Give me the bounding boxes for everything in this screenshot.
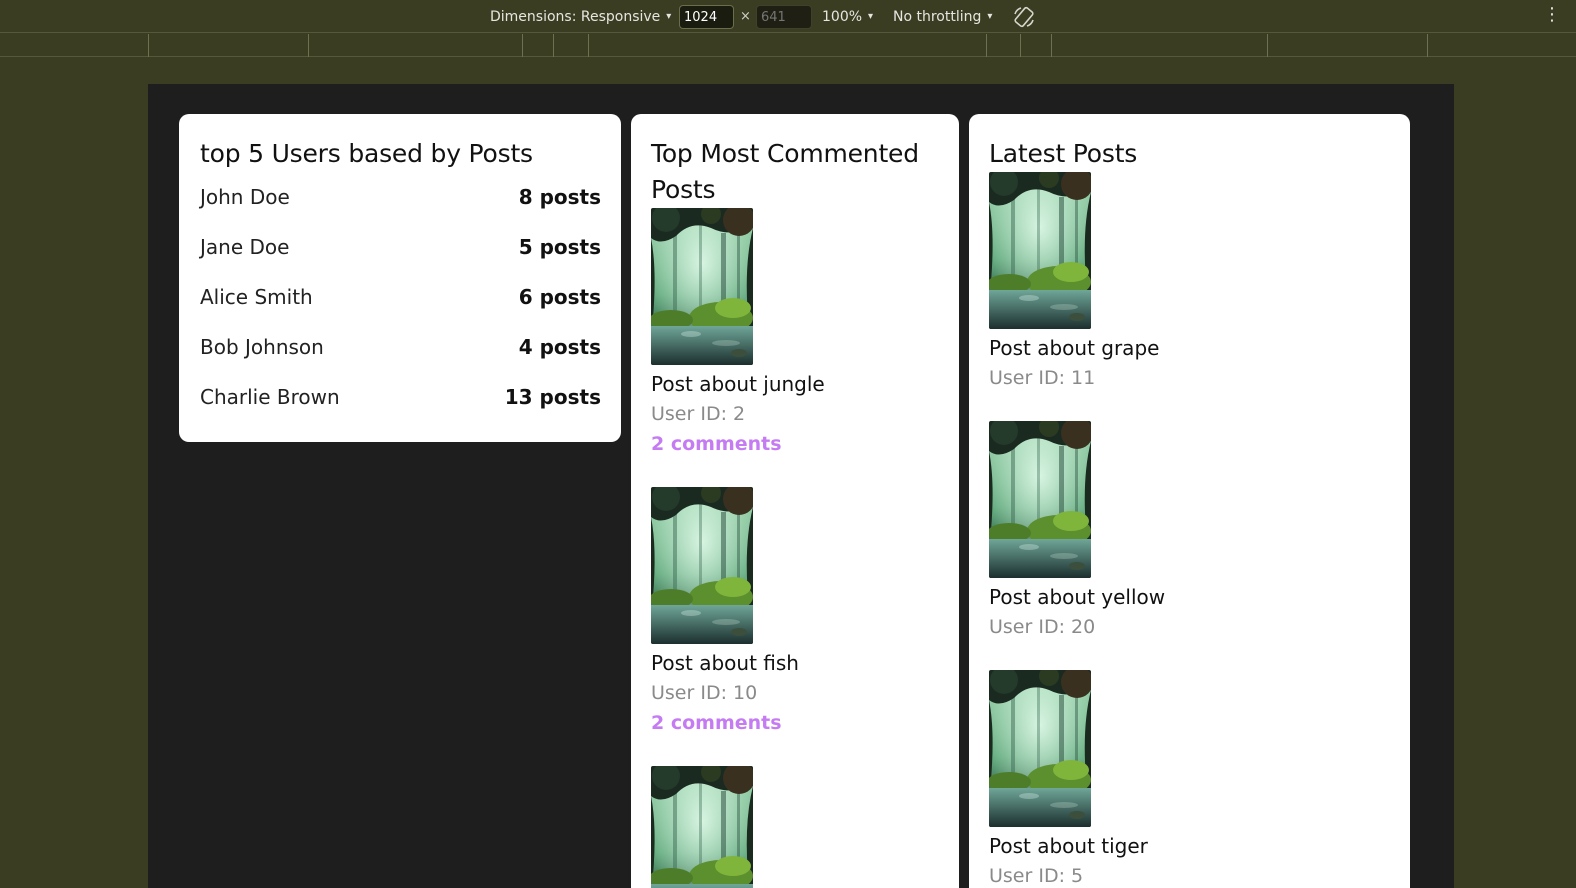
post-item[interactable]	[651, 766, 939, 888]
top-users-card: top 5 Users based by Posts John Doe 8 po…	[179, 114, 621, 442]
post-title: Post about yellow	[989, 585, 1166, 609]
post-item[interactable]: Post about jungle User ID: 2 2 comments	[651, 208, 939, 459]
chevron-down-icon: ▾	[987, 11, 993, 22]
user-post-count: 4 posts	[518, 335, 601, 359]
post-item[interactable]: Post about yellow User ID: 20	[989, 421, 1390, 642]
post-item[interactable]: Post about grape User ID: 11	[989, 172, 1390, 393]
post-title: Post about jungle	[651, 372, 825, 396]
user-row: Jane Doe 5 posts	[200, 222, 601, 272]
ruler-tick[interactable]	[986, 34, 987, 57]
post-item[interactable]: Post about tiger User ID: 5	[989, 670, 1390, 888]
more-options-icon[interactable]: ⋮	[1543, 4, 1561, 25]
most-commented-card: Top Most Commented Posts Post about jung…	[631, 114, 959, 888]
height-input[interactable]	[756, 5, 812, 29]
ruler-tick[interactable]	[1427, 34, 1428, 57]
user-row: John Doe 8 posts	[200, 172, 601, 222]
post-title: Post about grape	[989, 336, 1160, 360]
most-commented-title: Top Most Commented Posts	[651, 139, 919, 204]
post-thumbnail-image	[651, 766, 753, 888]
user-row: Charlie Brown 13 posts	[200, 372, 601, 422]
chevron-down-icon: ▾	[666, 11, 672, 22]
post-item[interactable]: Post about fish User ID: 10 2 comments	[651, 487, 939, 738]
post-thumbnail-image	[989, 172, 1091, 329]
post-user-id: User ID: 5	[989, 865, 1084, 887]
media-query-ruler	[0, 34, 1576, 57]
user-name: Charlie Brown	[200, 385, 340, 409]
ruler-tick[interactable]	[588, 34, 589, 57]
ruler-tick[interactable]	[553, 34, 554, 57]
width-input[interactable]	[679, 5, 734, 29]
ruler-tick[interactable]	[522, 34, 523, 57]
post-user-id: User ID: 20	[989, 616, 1096, 638]
post-user-id: User ID: 11	[989, 367, 1096, 389]
user-post-count: 8 posts	[518, 185, 601, 209]
dimensions-label: Dimensions: Responsive	[490, 8, 661, 25]
rotate-icon[interactable]	[1012, 5, 1036, 29]
top-users-title: top 5 Users based by Posts	[200, 139, 533, 168]
post-thumbnail-image	[989, 670, 1091, 827]
chevron-down-icon: ▾	[868, 11, 874, 22]
ruler-tick[interactable]	[148, 34, 149, 57]
ruler-tick[interactable]	[1020, 34, 1021, 57]
device-toolbar: Dimensions: Responsive ▾ × 100% ▾ No thr…	[0, 0, 1576, 33]
post-thumbnail-image	[651, 487, 753, 644]
post-user-id: User ID: 2	[651, 403, 746, 425]
post-comment-count: 2 comments	[651, 433, 782, 455]
post-comment-count: 2 comments	[651, 712, 782, 734]
user-name: Bob Johnson	[200, 335, 324, 359]
post-thumbnail-image	[651, 208, 753, 365]
user-name: Alice Smith	[200, 285, 313, 309]
user-post-count: 5 posts	[518, 235, 601, 259]
page-viewport: top 5 Users based by Posts John Doe 8 po…	[148, 84, 1454, 888]
user-post-count: 6 posts	[518, 285, 601, 309]
user-name: Jane Doe	[200, 235, 290, 259]
dimensions-dropdown[interactable]: Dimensions: Responsive ▾	[490, 0, 671, 33]
user-row: Alice Smith 6 posts	[200, 272, 601, 322]
ruler-tick[interactable]	[1267, 34, 1268, 57]
times-separator: ×	[740, 9, 751, 24]
user-name: John Doe	[200, 185, 290, 209]
ruler-tick[interactable]	[1051, 34, 1052, 57]
post-title: Post about tiger	[989, 834, 1148, 858]
post-thumbnail-image	[989, 421, 1091, 578]
zoom-dropdown[interactable]: 100% ▾	[822, 0, 873, 33]
throttling-label: No throttling	[893, 8, 982, 25]
zoom-label: 100%	[822, 8, 863, 25]
top-users-list: John Doe 8 posts Jane Doe 5 posts Alice …	[200, 172, 601, 422]
user-post-count: 13 posts	[504, 385, 601, 409]
user-row: Bob Johnson 4 posts	[200, 322, 601, 372]
latest-posts-card: Latest Posts Post about grape User ID: 1…	[969, 114, 1410, 888]
post-title: Post about fish	[651, 651, 799, 675]
post-user-id: User ID: 10	[651, 682, 758, 704]
throttling-dropdown[interactable]: No throttling ▾	[893, 0, 992, 33]
ruler-tick[interactable]	[308, 34, 309, 57]
latest-posts-title: Latest Posts	[989, 139, 1138, 168]
